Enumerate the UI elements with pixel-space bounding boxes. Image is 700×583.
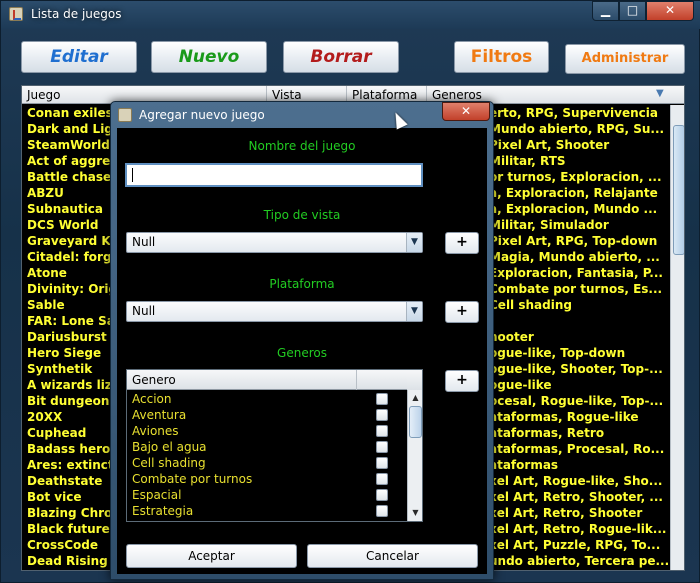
window-title: Lista de juegos [31,7,122,21]
plataforma-select-value: Null [132,304,156,318]
nombre-label: Nombre del juego [248,139,356,153]
cell-generos: hooter [489,330,534,344]
cell-generos: Mundo abierto, RPG, Su... [489,122,665,136]
genero-name: Cell shading [132,456,206,470]
cell-generos: or turnos, Exploracion, ... [489,170,662,184]
plataforma-select[interactable]: Null ▼ [126,301,423,322]
genero-row[interactable]: Combate por turnos [127,471,407,487]
add-vista-button[interactable]: + [445,232,479,254]
cell-generos: Pixel Art, Shooter [489,138,610,152]
genero-checkbox[interactable] [376,505,388,517]
column-header-genero[interactable]: Genero [127,370,357,390]
generos-table: Genero Accion Aventura Aviones Bajo el agua… [126,369,423,522]
filtros-button[interactable]: Filtros [454,41,549,73]
cell-generos: ocesal, Rogue-like, Top-... [489,394,664,408]
editar-button[interactable]: Editar [21,41,137,73]
genero-row[interactable]: Accion [127,391,407,407]
genero-checkbox[interactable] [376,489,388,501]
genero-checkbox[interactable] [376,473,388,485]
cell-generos: ogue-like, Shooter, Top-... [489,362,663,376]
genero-name: Espacial [132,488,182,502]
java-dialog-icon [118,108,132,122]
add-genero-button[interactable]: + [445,370,479,392]
cell-generos: ataformas [489,458,559,472]
cell-generos: xel Art, Retro, Shooter [489,506,643,520]
genero-name: Accion [132,392,172,406]
column-header-select[interactable] [357,370,407,390]
dialog-body: Nombre del juego Tipo de vista Null ▼ + … [117,128,487,574]
cell-generos: a, Exploracion, Relajante [489,186,658,200]
chevron-down-icon: ▼ [406,233,422,252]
generos-scrollbar-thumb[interactable] [409,406,422,438]
cell-generos: Magia, Mundo abierto, ... [489,250,660,264]
genero-name: Aventura [132,408,187,422]
add-plataforma-button[interactable]: + [445,301,479,323]
cell-generos: ataformas, Procesal, Ro... [489,442,665,456]
generos-table-header: Genero [127,370,407,390]
genero-row[interactable]: Estrategia [127,503,407,519]
cell-generos [489,313,670,329]
cell-generos: Militar, RTS [489,154,566,168]
maximize-button[interactable]: □ [619,1,646,21]
cell-generos: ogue-like, Top-down [489,346,626,360]
cell-generos: undo abierto, Tercera pe... [489,554,670,568]
cell-generos: Cell shading [489,298,572,312]
cell-generos: erto, RPG, Supervivencia [489,106,658,120]
borrar-button[interactable]: Borrar [283,41,399,73]
cell-generos: xel Art, Retro, Shooter, ... [489,490,663,504]
vista-select[interactable]: Null ▼ [126,232,423,253]
plataforma-label: Plataforma [269,277,335,291]
genero-row[interactable]: Aventura [127,407,407,423]
nuevo-button[interactable]: Nuevo [151,41,267,73]
main-titlebar[interactable]: Lista de juegos ▁ □ ✕ [1,1,700,29]
minimize-button[interactable]: ▁ [592,1,619,21]
vista-select-value: Null [132,235,156,249]
cell-generos: ogue-like [489,378,552,392]
table-scrollbar-thumb[interactable] [673,125,684,255]
genero-checkbox[interactable] [376,441,388,453]
genero-row[interactable]: Bajo el agua [127,439,407,455]
cell-generos: Militar, Simulador [489,218,609,232]
cell-generos: Combate por turnos, Es... [489,282,663,296]
genero-name: Combate por turnos [132,472,253,486]
cell-generos: Exploracion, Fantasia, P... [489,266,663,280]
genero-row[interactable]: Cell shading [127,455,407,471]
cell-generos: ataformas, Retro [489,426,605,440]
cell-generos: ataformas, Rogue-like [489,410,639,424]
cell-generos: a, Exploracion, Mundo ... [489,202,658,216]
cell-generos: xel Art, Puzzle, RPG, To... [489,538,661,552]
genero-name: Estrategia [132,504,194,518]
dialog-close-button[interactable]: ✕ [442,102,490,121]
add-game-dialog: Agregar nuevo juego ✕ Nombre del juego T… [110,101,494,580]
genero-name: Bajo el agua [132,440,207,454]
text-caret [132,168,133,182]
generos-scrollbar[interactable]: ▲ ▼ [407,390,422,521]
chevron-down-icon: ▼ [406,302,422,321]
generos-label: Generos [277,346,327,360]
cell-generos: xel Art, Retro, Rogue-lik... [489,522,667,536]
dialog-title: Agregar nuevo juego [139,108,265,122]
genero-checkbox[interactable] [376,393,388,405]
generos-table-corner [407,370,422,390]
scroll-down-icon[interactable]: ▼ [408,505,422,521]
cell-generos: Pixel Art, RPG, Top-down [489,234,658,248]
aceptar-button[interactable]: Aceptar [126,544,297,568]
genero-row[interactable]: Espacial [127,487,407,503]
cell-generos: xel Art, Rogue-like, Sho... [489,474,663,488]
administrar-button[interactable]: Administrar [565,44,685,74]
dialog-titlebar[interactable]: Agregar nuevo juego ✕ [111,102,493,128]
table-scrollbar[interactable] [670,105,684,570]
vista-label: Tipo de vista [263,208,341,222]
genero-row[interactable]: Aviones [127,423,407,439]
sort-descending-icon: ▼ [656,88,664,99]
scroll-up-icon[interactable]: ▲ [408,390,422,406]
nombre-input[interactable] [125,163,423,187]
cancelar-button[interactable]: Cancelar [307,544,478,568]
genero-checkbox[interactable] [376,409,388,421]
close-button[interactable]: ✕ [646,1,694,21]
genero-checkbox[interactable] [376,457,388,469]
genero-name: Aviones [132,424,179,438]
genero-checkbox[interactable] [376,425,388,437]
java-app-icon [9,7,23,21]
